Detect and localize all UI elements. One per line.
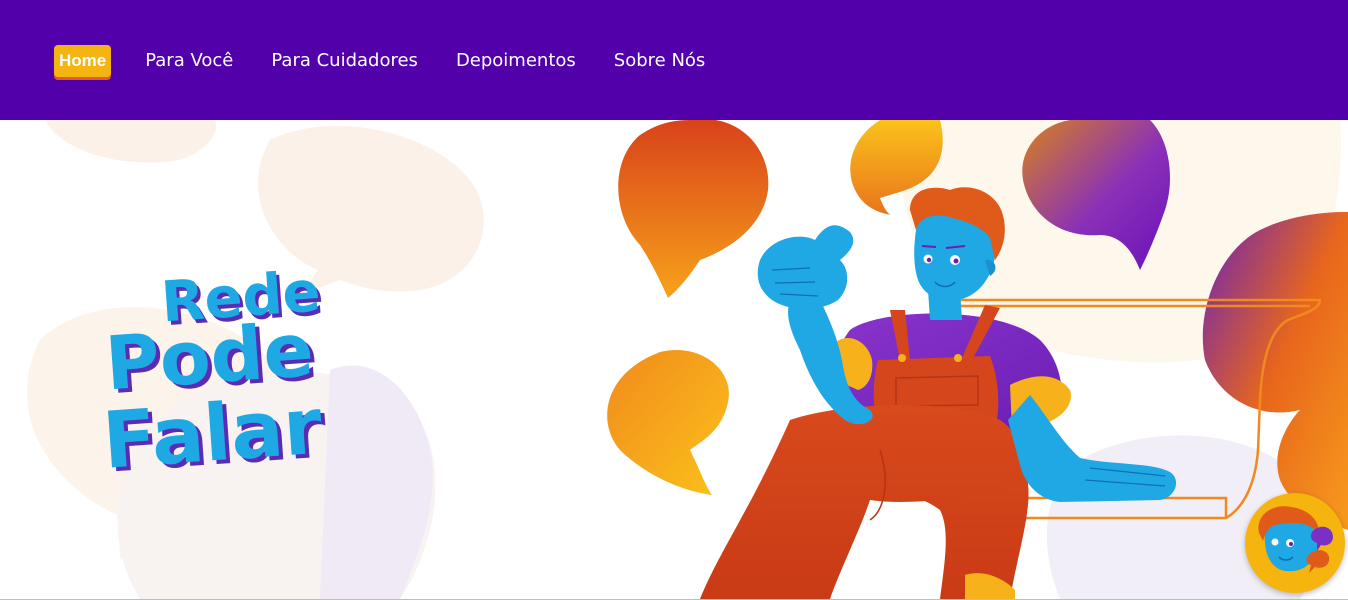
hero-illustration: Rede Rede Pode Pode Falar Falar [27, 120, 1348, 599]
chat-widget-button[interactable] [1245, 493, 1345, 593]
rede-pode-falar-logo: Rede Rede Pode Pode Falar Falar [100, 259, 330, 490]
nav-para-cuidadores[interactable]: Para Cuidadores [271, 45, 418, 77]
nav-home[interactable]: Home [54, 45, 112, 77]
svg-text:Falar: Falar [100, 382, 325, 487]
nav-depoimentos[interactable]: Depoimentos [456, 45, 576, 77]
hero-banner: Rede Rede Pode Pode Falar Falar [0, 120, 1348, 600]
nav-para-voce[interactable]: Para Você [145, 45, 233, 77]
main-nav: Home Para Você Para Cuidadores Depoiment… [54, 45, 743, 77]
nav-sobre-nos[interactable]: Sobre Nós [614, 45, 706, 77]
top-navigation-bar: Home Para Você Para Cuidadores Depoiment… [0, 0, 1348, 120]
chat-avatar-icon [1258, 506, 1333, 573]
